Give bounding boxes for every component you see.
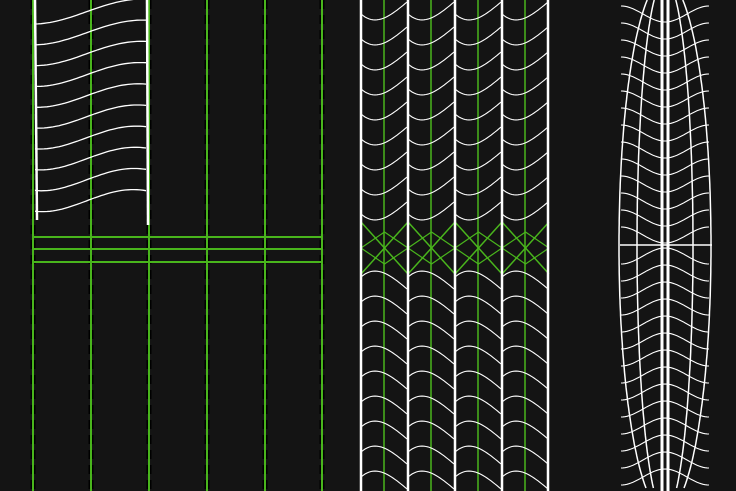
curve-edge-right	[145, 0, 150, 226]
pattern-canvas	[0, 0, 736, 491]
